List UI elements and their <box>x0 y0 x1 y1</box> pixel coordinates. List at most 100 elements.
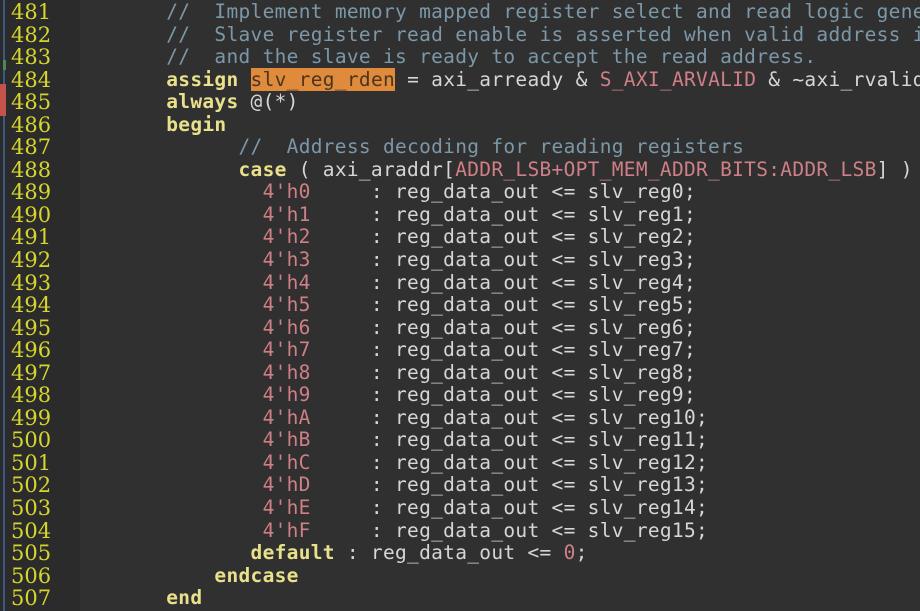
code-line[interactable]: 4'h0 : reg_data_out <= slv_reg0; <box>80 181 920 204</box>
code-token: : reg_data_out <= slv_reg12; <box>310 450 709 474</box>
line-number: 490 <box>11 202 52 227</box>
code-token: 4'h0 <box>262 180 311 204</box>
code-token: : reg_data_out <= slv_reg3; <box>310 248 697 272</box>
selected-token: slv_reg_rden <box>250 67 396 91</box>
code-token: // <box>166 22 203 46</box>
line-number: 499 <box>11 405 52 430</box>
line-number: 506 <box>11 563 52 588</box>
line-number: 481 <box>11 0 52 24</box>
line-number: 495 <box>11 315 52 340</box>
code-token: // <box>166 0 203 23</box>
code-token: end <box>166 586 203 610</box>
code-line[interactable]: 4'hA : reg_data_out <= slv_reg10; <box>80 405 920 430</box>
code-line[interactable]: 4'h1 : reg_data_out <= slv_reg1; <box>80 202 920 227</box>
code-line[interactable]: begin <box>80 112 920 137</box>
code-token: : reg_data_out <= slv_reg1; <box>310 202 697 226</box>
code-token: : reg_data_out <= <box>334 541 564 565</box>
code-line[interactable]: 4'h2 : reg_data_out <= slv_reg2; <box>80 226 920 249</box>
code-line[interactable]: 4'hE : reg_data_out <= slv_reg14; <box>80 496 920 520</box>
code-token: : reg_data_out <= slv_reg15; <box>310 518 709 542</box>
code-line[interactable]: // Implement memory mapped register sele… <box>80 0 920 24</box>
code-line[interactable]: 4'hB : reg_data_out <= slv_reg11; <box>80 429 920 452</box>
line-number-gutter: 481 482 483 484 485 486 487 488 489 490 491 492 493 4… <box>6 0 80 611</box>
code-token: @(*) <box>238 90 299 114</box>
code-line[interactable]: // and the slave is ready to accept the … <box>80 45 920 69</box>
code-token: = axi_arready & <box>395 67 600 91</box>
code-token: ADDR_LSB+OPT_MEM_ADDR_BITS:ADDR_LSB <box>455 157 877 181</box>
line-number: 482 <box>11 22 52 47</box>
line-number: 494 <box>11 293 52 318</box>
code-token: default <box>250 541 335 565</box>
line-number: 496 <box>11 338 52 363</box>
error-marker-red[interactable] <box>0 84 6 116</box>
line-number: 507 <box>11 586 52 611</box>
code-line[interactable]: 4'h8 : reg_data_out <= slv_reg8; <box>80 361 920 385</box>
code-editor[interactable]: 481 482 483 484 485 486 487 488 489 490 491 492 493 4… <box>0 0 920 611</box>
code-token: case <box>238 157 287 181</box>
code-token: 4'h4 <box>262 270 311 294</box>
code-line[interactable]: 4'h7 : reg_data_out <= slv_reg7; <box>80 338 920 362</box>
code-content-area[interactable]: // Implement memory mapped register sele… <box>80 0 920 611</box>
code-token: // <box>166 45 203 69</box>
line-number: 487 <box>11 135 52 160</box>
code-token: 4'h9 <box>262 383 311 407</box>
code-token: : reg_data_out <= slv_reg6; <box>310 315 697 339</box>
code-token: 4'hE <box>262 496 311 520</box>
code-line[interactable]: 4'hC : reg_data_out <= slv_reg12; <box>80 450 920 475</box>
code-line[interactable]: always @(*) <box>80 90 920 114</box>
code-token: begin <box>166 112 227 136</box>
code-line[interactable]: end <box>80 586 920 610</box>
code-line[interactable]: 4'h3 : reg_data_out <= slv_reg3; <box>80 248 920 272</box>
line-number: 505 <box>11 541 52 566</box>
code-token: 4'h6 <box>262 315 311 339</box>
code-line[interactable]: 4'h9 : reg_data_out <= slv_reg9; <box>80 384 920 407</box>
code-token: Implement memory mapped register select … <box>202 0 920 23</box>
code-line[interactable]: // Address decoding for reading register… <box>80 136 920 159</box>
change-marker-green[interactable] <box>3 60 6 70</box>
code-token: ; <box>575 541 588 565</box>
line-number: 498 <box>11 383 52 408</box>
code-line[interactable]: default : reg_data_out <= 0; <box>80 541 920 565</box>
code-token: 4'hF <box>262 518 311 542</box>
line-number: 503 <box>11 496 52 521</box>
code-line[interactable]: // Slave register read enable is asserte… <box>80 22 920 47</box>
code-token: Address decoding for reading registers <box>274 135 745 159</box>
code-line[interactable]: 4'h6 : reg_data_out <= slv_reg6; <box>80 315 920 340</box>
code-token: : reg_data_out <= slv_reg10; <box>310 405 709 429</box>
code-token: 4'hC <box>262 450 311 474</box>
code-line[interactable]: 4'hD : reg_data_out <= slv_reg13; <box>80 474 920 497</box>
code-line[interactable]: 4'hF : reg_data_out <= slv_reg15; <box>80 518 920 543</box>
code-token: always <box>166 90 239 114</box>
code-token: 0 <box>563 541 576 565</box>
code-line[interactable]: 4'h4 : reg_data_out <= slv_reg4; <box>80 270 920 295</box>
editor-marker-strip[interactable] <box>0 0 6 611</box>
code-token: 4'h3 <box>262 248 311 272</box>
code-line[interactable]: 4'h5 : reg_data_out <= slv_reg5; <box>80 293 920 317</box>
code-line[interactable]: case ( axi_araddr[ADDR_LSB+OPT_MEM_ADDR_… <box>80 157 920 182</box>
line-number: 488 <box>11 157 52 182</box>
code-line[interactable]: endcase <box>80 564 920 588</box>
code-token: : reg_data_out <= slv_reg0; <box>310 180 697 204</box>
line-number: 491 <box>11 225 52 250</box>
code-token: S_AXI_ARVALID <box>599 67 757 91</box>
code-token: ] ) <box>876 157 913 181</box>
code-token: // <box>238 135 275 159</box>
code-token: 4'hD <box>262 473 311 497</box>
code-token: assign <box>166 67 239 91</box>
code-line[interactable]: assign slv_reg_rden = axi_arready & S_AX… <box>80 67 920 92</box>
